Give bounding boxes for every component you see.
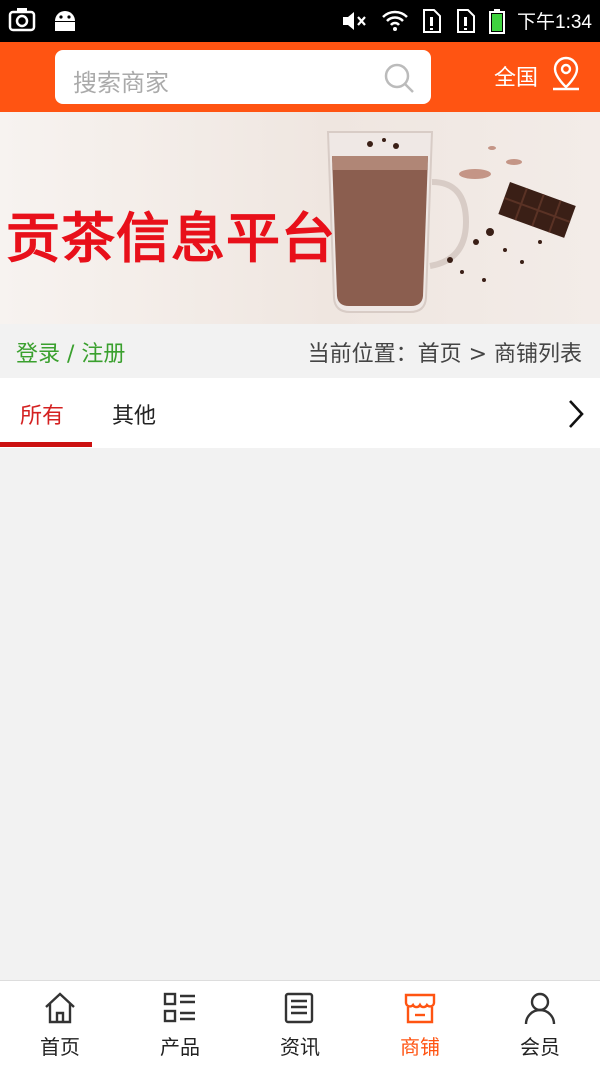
nav-label: 资讯 [280, 1035, 320, 1059]
shop-list [0, 448, 600, 980]
category-tabs: 所有 其他 [0, 378, 600, 448]
nav-shops[interactable]: 商铺 [360, 981, 480, 1068]
clock: 下午1:34 [517, 12, 592, 33]
region-selector[interactable]: 全国 [494, 60, 538, 92]
grid-list-icon [163, 992, 195, 1023]
banner-title: 贡茶信息平台 [6, 207, 336, 270]
status-bar: 下午1:34 [0, 0, 600, 42]
wifi-icon [382, 10, 408, 31]
tab-other[interactable]: 其他 [112, 398, 156, 430]
nav-news[interactable]: 资讯 [240, 981, 360, 1068]
login-link[interactable]: 登录 [16, 342, 60, 367]
nav-home[interactable]: 首页 [0, 981, 120, 1068]
breadcrumb: 当前位置：首页 > 商铺列表 [307, 342, 582, 367]
sim2-icon [457, 8, 476, 33]
search-input[interactable]: 搜索商家 [73, 63, 169, 98]
register-link[interactable]: 注册 [81, 342, 125, 367]
home-icon [45, 992, 75, 1024]
nav-label: 会员 [520, 1035, 560, 1059]
nav-member[interactable]: 会员 [480, 981, 600, 1068]
nav-label: 首页 [40, 1035, 80, 1059]
breadcrumb-bar: 登录 / 注册 当前位置：首页 > 商铺列表 [0, 324, 600, 378]
shop-icon [404, 993, 436, 1024]
auth-separator: / [60, 342, 82, 367]
android-icon [55, 11, 75, 31]
nav-label: 产品 [160, 1035, 200, 1059]
active-tab-indicator [0, 442, 92, 447]
sim1-icon [423, 8, 442, 33]
search-box[interactable]: 搜索商家 [55, 50, 431, 104]
nav-label: 商铺 [400, 1035, 440, 1059]
chocolate-drink-image [326, 131, 576, 313]
bottom-nav: 首页 产品 资讯 商铺 会员 [0, 980, 600, 1068]
screenshot-icon [8, 8, 36, 32]
user-icon [524, 992, 556, 1025]
search-icon[interactable] [383, 62, 415, 94]
nav-products[interactable]: 产品 [120, 981, 240, 1068]
battery-icon [489, 8, 506, 34]
location-pin-icon[interactable] [550, 56, 582, 92]
app-header: 搜索商家 全国 [0, 42, 600, 112]
mute-icon [343, 11, 366, 30]
news-icon [284, 992, 314, 1024]
banner[interactable]: 贡茶信息平台 [0, 112, 600, 324]
chevron-right-icon[interactable] [566, 398, 586, 430]
auth-links: 登录 / 注册 [16, 336, 125, 368]
tab-all[interactable]: 所有 [20, 398, 64, 430]
